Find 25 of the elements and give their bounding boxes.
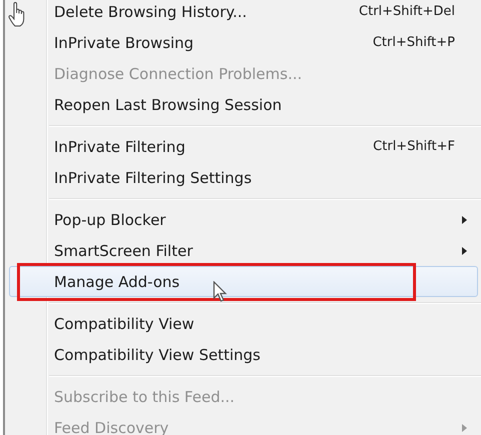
menu-item[interactable]: InPrivate Browsing Ctrl+Shift+P xyxy=(9,27,478,58)
item-label: Compatibility View xyxy=(54,314,196,332)
menu-item[interactable]: Compatibility View Settings xyxy=(9,339,478,370)
hand-cursor-icon xyxy=(8,2,26,28)
menu-item[interactable]: SmartScreen Filter xyxy=(9,235,478,266)
item-label: Diagnose Connection Problems... xyxy=(54,64,304,82)
menu-item[interactable]: InPrivate Filtering Ctrl+Shift+F xyxy=(9,131,478,162)
shortcut-label: Ctrl+Shift+F xyxy=(373,139,455,154)
item-label: InPrivate Filtering Settings xyxy=(54,168,253,186)
item-label: Pop-up Blocker xyxy=(54,210,167,228)
item-label: SmartScreen Filter xyxy=(54,242,194,260)
menu-item[interactable]: InPrivate Filtering Settings xyxy=(9,162,478,193)
item-label: Reopen Last Browsing Session xyxy=(54,96,283,114)
item-label: InPrivate Filtering xyxy=(54,138,186,156)
item-label: Delete Browsing History... xyxy=(54,2,248,20)
item-label: InPrivate Browsing xyxy=(54,34,195,52)
item-label: Subscribe to this Feed... xyxy=(54,388,236,406)
item-label: Manage Add-ons xyxy=(54,272,181,290)
shortcut-label: Ctrl+Shift+Del xyxy=(358,4,455,19)
menu-item[interactable]: Pop-up Blocker xyxy=(9,204,478,235)
menu-item[interactable]: Compatibility View xyxy=(9,308,478,339)
pointer-cursor-icon xyxy=(213,281,227,303)
item-label: Compatibility View Settings xyxy=(54,346,262,364)
shortcut-label: Ctrl+Shift+P xyxy=(372,35,455,50)
menu-item[interactable]: Reopen Last Browsing Session xyxy=(9,89,478,120)
